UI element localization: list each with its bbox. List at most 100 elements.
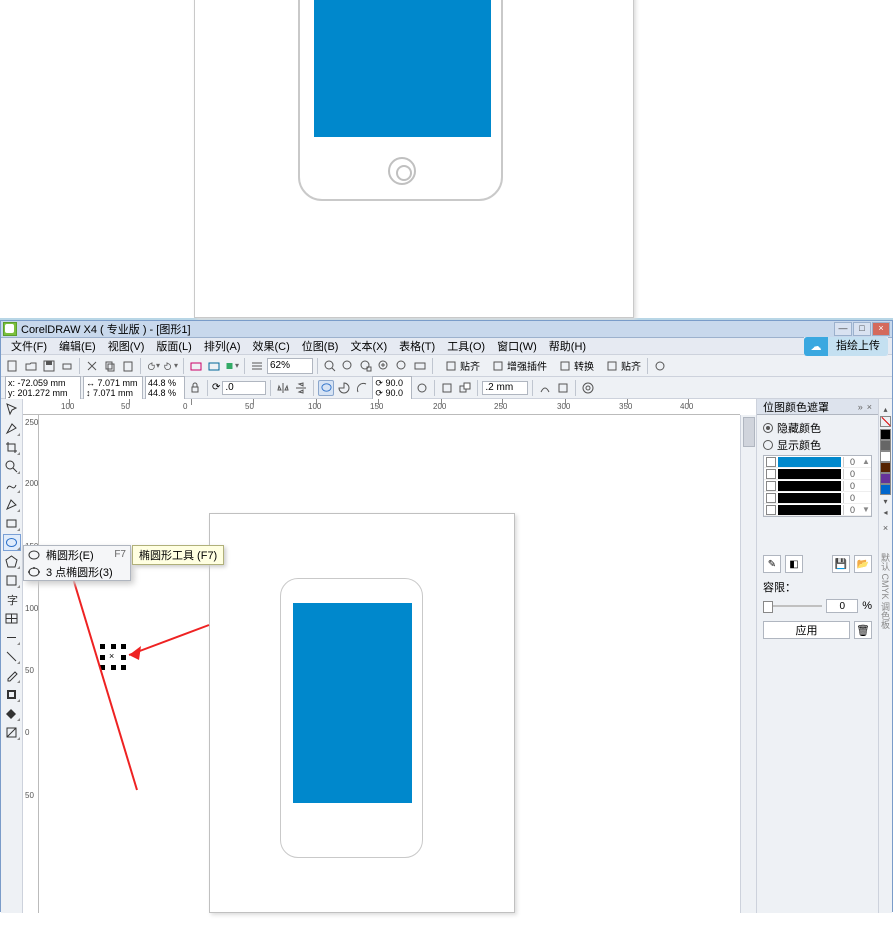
menu-view[interactable]: 视图(V) bbox=[102, 338, 151, 354]
freehand-tool[interactable] bbox=[3, 477, 21, 494]
mirror-h-icon[interactable] bbox=[275, 380, 291, 396]
cloud-upload-widget[interactable]: ☁ 指绘上传 bbox=[804, 337, 888, 356]
publish-icon[interactable] bbox=[224, 358, 240, 374]
zoom-width-icon[interactable] bbox=[412, 358, 428, 374]
menu-layout[interactable]: 版面(L) bbox=[150, 338, 197, 354]
menu-file[interactable]: 文件(F) bbox=[5, 338, 53, 354]
to-front-icon[interactable] bbox=[457, 380, 473, 396]
color-swatch[interactable] bbox=[880, 440, 891, 451]
flyout-item-3pt-ellipse[interactable]: 3 点椭圆形(3) bbox=[24, 563, 130, 580]
rectangle-tool[interactable] bbox=[3, 515, 21, 532]
menu-effects[interactable]: 效果(C) bbox=[247, 338, 296, 354]
polygon-tool[interactable] bbox=[3, 553, 21, 570]
cut-icon[interactable] bbox=[84, 358, 100, 374]
ellipse-tool[interactable] bbox=[3, 534, 21, 551]
save-icon[interactable] bbox=[41, 358, 57, 374]
arc-mode[interactable] bbox=[354, 380, 370, 396]
align-group[interactable]: 贴齐 bbox=[604, 358, 643, 374]
object-scale[interactable]: 44.8 % 44.8 % bbox=[145, 376, 185, 400]
pick-tool[interactable] bbox=[3, 401, 21, 418]
outline-tool[interactable] bbox=[3, 686, 21, 703]
ellipse-mode[interactable] bbox=[318, 380, 334, 396]
menu-text[interactable]: 文本(X) bbox=[344, 338, 393, 354]
dimension-tool[interactable] bbox=[3, 629, 21, 646]
pie-mode[interactable] bbox=[336, 380, 352, 396]
zoom-level[interactable] bbox=[267, 358, 313, 374]
edit-color-icon[interactable]: ◧ bbox=[785, 555, 803, 573]
eyedropper-mask-icon[interactable]: ✎ bbox=[763, 555, 781, 573]
docker-collapse-icon[interactable]: » bbox=[858, 402, 863, 412]
color-swatch[interactable] bbox=[880, 429, 891, 440]
interactive-fill-tool[interactable] bbox=[3, 724, 21, 741]
zoom-in-icon[interactable] bbox=[322, 358, 338, 374]
palette-scroll-down[interactable]: ▾ bbox=[883, 497, 887, 506]
plugin-group[interactable]: 增强插件 bbox=[490, 358, 549, 374]
color-swatch[interactable] bbox=[880, 451, 891, 462]
crop-tool[interactable] bbox=[3, 439, 21, 456]
tolerance-value[interactable] bbox=[826, 599, 858, 613]
docker-tab[interactable]: 位图颜色遮罩 » × bbox=[757, 399, 878, 415]
vertical-scrollbar[interactable] bbox=[740, 415, 756, 913]
apply-button[interactable]: 应用 bbox=[763, 621, 850, 639]
table-tool[interactable] bbox=[3, 610, 21, 627]
delete-mask-icon[interactable]: 🗑 bbox=[854, 621, 872, 639]
menu-table[interactable]: 表格(T) bbox=[393, 338, 441, 354]
interactive-tool[interactable] bbox=[3, 648, 21, 665]
eyedropper-tool[interactable] bbox=[3, 667, 21, 684]
undo-button[interactable] bbox=[145, 358, 161, 374]
save-mask-icon[interactable]: 💾 bbox=[832, 555, 850, 573]
wrap-text-icon[interactable] bbox=[439, 380, 455, 396]
menu-help[interactable]: 帮助(H) bbox=[543, 338, 592, 354]
export-icon[interactable] bbox=[206, 358, 222, 374]
close-button[interactable]: × bbox=[872, 322, 890, 336]
shape-tool[interactable] bbox=[3, 420, 21, 437]
lock-ratio-icon[interactable] bbox=[187, 380, 203, 396]
palette-scroll-up[interactable]: ▴ bbox=[883, 405, 887, 414]
outline-width[interactable] bbox=[482, 381, 528, 395]
convert-group[interactable]: 转换 bbox=[557, 358, 596, 374]
object-size[interactable]: ↔ 7.071 mm ↕ 7.071 mm bbox=[83, 376, 143, 400]
canvas[interactable] bbox=[39, 415, 740, 913]
docker-close-icon[interactable]: × bbox=[867, 402, 872, 412]
paste-icon[interactable] bbox=[120, 358, 136, 374]
menu-window[interactable]: 窗口(W) bbox=[491, 338, 543, 354]
target-icon[interactable] bbox=[580, 380, 596, 396]
open-icon[interactable] bbox=[23, 358, 39, 374]
print-icon[interactable] bbox=[59, 358, 75, 374]
color-swatch[interactable] bbox=[880, 473, 891, 484]
no-fill-swatch[interactable] bbox=[880, 416, 891, 427]
options-icon[interactable] bbox=[652, 358, 668, 374]
tolerance-slider[interactable] bbox=[763, 600, 822, 612]
palette-expand[interactable]: ◂ bbox=[883, 508, 887, 517]
hide-color-radio[interactable]: 隐藏颜色 bbox=[763, 420, 872, 436]
menu-bitmap[interactable]: 位图(B) bbox=[296, 338, 345, 354]
flyout-item-ellipse[interactable]: 椭圆形(E) F7 bbox=[24, 546, 130, 563]
mirror-v-icon[interactable] bbox=[293, 380, 309, 396]
smart-fill-tool[interactable] bbox=[3, 496, 21, 513]
zoom-tool[interactable] bbox=[3, 458, 21, 475]
import-icon[interactable] bbox=[188, 358, 204, 374]
color-swatch[interactable] bbox=[880, 484, 891, 495]
redo-button[interactable] bbox=[163, 358, 179, 374]
zoom-all-icon[interactable] bbox=[376, 358, 392, 374]
minimize-button[interactable]: — bbox=[834, 322, 852, 336]
menu-arrange[interactable]: 排列(A) bbox=[198, 338, 247, 354]
show-color-radio[interactable]: 显示颜色 bbox=[763, 437, 872, 453]
color-swatch[interactable] bbox=[880, 462, 891, 473]
selected-ellipse-object[interactable] bbox=[101, 645, 125, 669]
rotation-value[interactable] bbox=[222, 381, 266, 395]
basic-shapes-tool[interactable] bbox=[3, 572, 21, 589]
zoom-out-icon[interactable] bbox=[340, 358, 356, 374]
direction-icon[interactable] bbox=[414, 380, 430, 396]
zoom-page-icon[interactable] bbox=[394, 358, 410, 374]
text-tool[interactable]: 字 bbox=[3, 591, 21, 608]
open-mask-icon[interactable]: 📂 bbox=[854, 555, 872, 573]
color-mask-list[interactable]: 0▲ 0 0 0 0▼ bbox=[763, 455, 872, 517]
copy-icon[interactable] bbox=[102, 358, 118, 374]
object-position[interactable]: x: -72.059 mm y: 201.272 mm bbox=[5, 376, 81, 400]
arc-angles[interactable]: ⟳ 90.0 ⟳ 90.0 bbox=[372, 376, 412, 400]
palette-close[interactable]: × bbox=[883, 523, 888, 533]
menu-tools[interactable]: 工具(O) bbox=[441, 338, 491, 354]
zoom-selection-icon[interactable] bbox=[358, 358, 374, 374]
welcome-icon[interactable] bbox=[249, 358, 265, 374]
